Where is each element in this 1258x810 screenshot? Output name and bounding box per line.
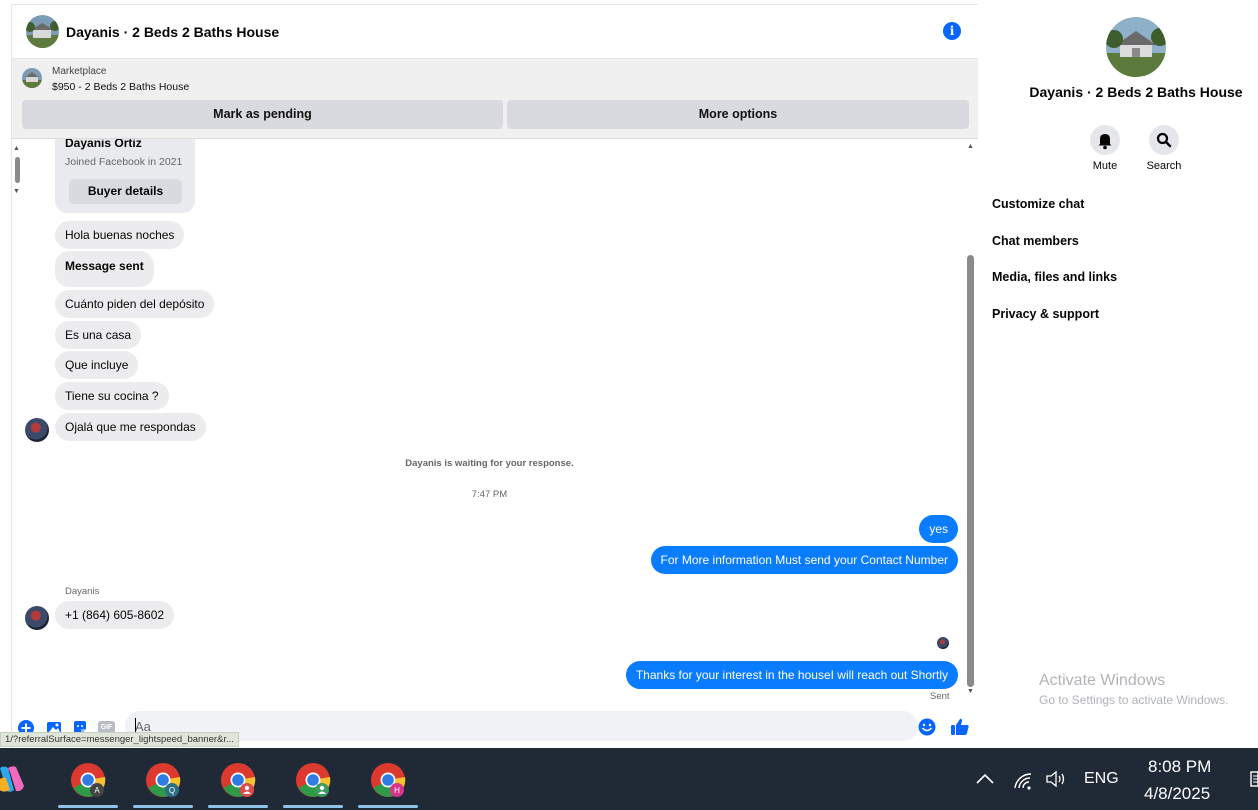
search-label: Search <box>1146 160 1182 172</box>
active-app-indicator <box>358 805 418 808</box>
search-button[interactable]: Search <box>1134 125 1194 172</box>
message-bubble[interactable]: Hola buenas noches <box>55 221 185 249</box>
activate-windows-subtitle: Go to Settings to activate Windows. <box>1039 693 1229 707</box>
sidebar-item-customize-chat[interactable]: Customize chat <box>992 197 1084 211</box>
chat-header: Dayanis · 2 Beds 2 Baths House i <box>12 5 979 59</box>
message-bubble[interactable]: Cuánto piden del depósito <box>55 290 215 318</box>
chat-scrollbar-thumb[interactable] <box>967 255 974 687</box>
profile-q-letter: Q <box>169 786 175 795</box>
chrome-profile-3-icon[interactable] <box>220 762 256 798</box>
sender-avatar[interactable] <box>25 606 49 630</box>
message-bubble[interactable]: Que incluye <box>55 351 139 379</box>
mute-button[interactable]: Mute <box>1075 125 1135 172</box>
profile-h-letter: H <box>394 786 400 795</box>
sender-name: Dayanis <box>65 586 100 597</box>
profile-a-letter: A <box>94 786 100 795</box>
bell-icon <box>1098 134 1112 150</box>
buyer-name: Dayanis Ortiz <box>65 139 142 150</box>
mark-as-pending-button[interactable]: Mark as pending <box>22 100 503 129</box>
chrome-profile-4-icon[interactable] <box>295 762 331 798</box>
message-bubble[interactable]: Es una casa <box>55 321 142 349</box>
message-bubble[interactable]: Ojalá que me respondas <box>55 413 206 441</box>
chrome-profile-a-icon[interactable]: A <box>70 762 106 798</box>
message-bubble[interactable]: +1 (864) 605-8602 <box>55 601 175 629</box>
wifi-icon[interactable] <box>1012 770 1034 790</box>
clock-date[interactable]: 4/8/2025 <box>1144 784 1210 804</box>
seen-avatar <box>937 637 949 649</box>
message-bubble[interactable]: Tiene su cocina ? <box>55 382 169 410</box>
sidebar-item-privacy-support[interactable]: Privacy & support <box>992 307 1099 321</box>
notification-icon[interactable] <box>1250 770 1258 788</box>
link-status-url: 1/?referralSurface=messenger_lightspeed_… <box>0 732 239 747</box>
sender-avatar[interactable] <box>25 418 49 442</box>
message-input[interactable] <box>135 711 895 741</box>
chat-title[interactable]: Dayanis · 2 Beds 2 Baths House <box>66 24 279 40</box>
messenger-app: Dayanis · 2 Beds 2 Baths House i Marketp… <box>0 0 1258 749</box>
message-bubble[interactable]: Message sent <box>55 251 154 287</box>
active-app-indicator <box>208 805 268 808</box>
marketplace-banner: Marketplace $950 - 2 Beds 2 Baths House … <box>12 59 979 139</box>
volume-icon[interactable] <box>1044 769 1068 789</box>
my-message-bubble[interactable]: yes <box>919 515 958 543</box>
listing-small-thumbnail[interactable] <box>22 68 42 88</box>
message-list: Dayanis Ortiz Joined Facebook in 2021 Bu… <box>12 139 979 709</box>
search-icon <box>1156 132 1172 148</box>
emoji-icon[interactable] <box>918 718 936 736</box>
buyer-card: Dayanis Ortiz Joined Facebook in 2021 Bu… <box>55 139 195 213</box>
sidebar-title: Dayanis · 2 Beds 2 Baths House <box>1029 84 1243 100</box>
active-app-indicator <box>58 805 118 808</box>
message-input-box[interactable] <box>125 711 918 741</box>
scroll-down-arrow-icon[interactable]: ▼ <box>967 688 974 695</box>
chat-panel: Dayanis · 2 Beds 2 Baths House i Marketp… <box>11 4 979 749</box>
timestamp: 7:47 PM <box>471 489 508 500</box>
buyer-details-button[interactable]: Buyer details <box>69 179 182 204</box>
like-thumb-icon[interactable] <box>950 717 970 737</box>
language-indicator[interactable]: ENG <box>1084 770 1119 788</box>
listing-thumbnail[interactable] <box>26 15 59 48</box>
active-app-indicator <box>283 805 343 808</box>
chrome-profile-q-icon[interactable]: Q <box>145 762 181 798</box>
scroll-up-arrow-icon[interactable]: ▲ <box>967 143 974 150</box>
chrome-profile-h-icon[interactable]: H <box>370 762 406 798</box>
activate-windows-title: Activate Windows <box>1039 672 1166 689</box>
sidebar-item-chat-members[interactable]: Chat members <box>992 234 1079 248</box>
mute-label: Mute <box>1092 160 1118 172</box>
sent-status: Sent <box>930 691 950 702</box>
copilot-icon[interactable] <box>0 764 28 794</box>
my-message-bubble[interactable]: Thanks for your interest in the houseI w… <box>625 661 958 689</box>
waiting-notice: Dayanis is waiting for your response. <box>405 458 574 469</box>
listing-price-title[interactable]: $950 - 2 Beds 2 Baths House <box>52 81 189 93</box>
listing-profile-image[interactable] <box>1106 17 1166 77</box>
chat-details-sidebar: Dayanis · 2 Beds 2 Baths House Mute Sear… <box>978 4 1258 748</box>
marketplace-label: Marketplace <box>52 66 107 77</box>
sidebar-item-media-files-links[interactable]: Media, files and links <box>992 270 1117 284</box>
chevron-up-icon[interactable] <box>975 772 995 786</box>
clock-time[interactable]: 8:08 PM <box>1148 757 1211 777</box>
my-message-bubble[interactable]: For More information Must send your Cont… <box>650 546 958 574</box>
more-options-button[interactable]: More options <box>507 100 969 129</box>
info-icon[interactable]: i <box>943 22 961 40</box>
taskbar: A Q H ENG 8:08 PM 4/8/2025 <box>0 748 1258 810</box>
active-app-indicator <box>133 805 193 808</box>
buyer-joined: Joined Facebook in 2021 <box>65 156 183 168</box>
